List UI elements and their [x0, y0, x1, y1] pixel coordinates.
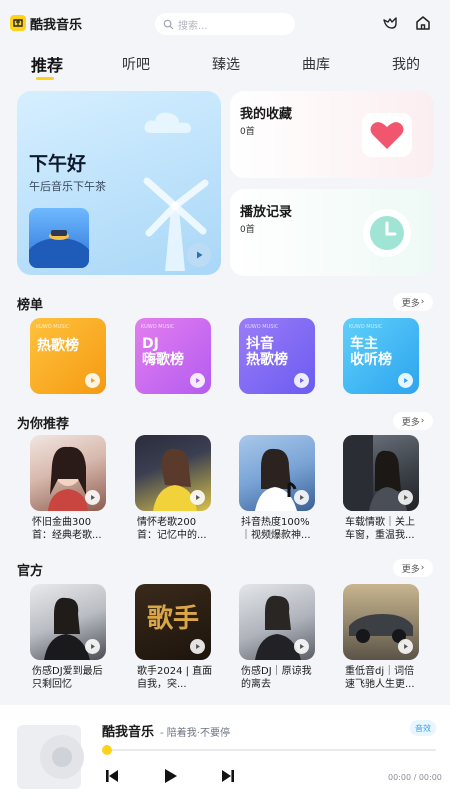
playlist-title[interactable]: 伤感DJ｜原谅我的离去	[241, 665, 317, 691]
play-icon[interactable]	[398, 490, 413, 505]
chart-tag: KUWO MUSIC	[245, 324, 279, 330]
playlist-title[interactable]: 重低音dj｜词倍速飞驰人生更...	[345, 665, 421, 691]
search-icon	[163, 15, 174, 34]
tab-recommend[interactable]: 推荐	[31, 52, 63, 76]
playlist-cover[interactable]	[239, 435, 315, 511]
playlist-cover[interactable]	[343, 584, 419, 660]
kuwo-logo-icon	[10, 15, 26, 31]
vinyl-disc-icon	[40, 735, 84, 779]
recommend-section-title: 为你推荐	[17, 417, 70, 432]
history-card[interactable]: 播放记录 0首	[230, 189, 434, 276]
play-icon[interactable]	[294, 373, 309, 388]
chart-card[interactable]: KUWO MUSIC DJ 嗨歌榜	[135, 318, 211, 394]
cloud-illustration	[144, 112, 191, 133]
sound-effect-button[interactable]: 音效	[410, 720, 436, 736]
app-name: 酷我音乐	[30, 17, 83, 33]
play-icon[interactable]	[85, 490, 100, 505]
favorites-title: 我的收藏	[240, 107, 293, 122]
play-icon[interactable]	[190, 373, 205, 388]
playlist-title[interactable]: 情怀老歌200首：记忆中的...	[137, 516, 213, 542]
more-label: 更多	[401, 417, 420, 428]
play-icon[interactable]	[161, 767, 179, 785]
play-icon[interactable]	[294, 639, 309, 654]
playlist-title[interactable]: 歌手2024 | 直面自我，突...	[137, 665, 213, 691]
chart-card[interactable]: KUWO MUSIC 抖音 热歌榜	[239, 318, 315, 394]
play-icon[interactable]	[190, 639, 205, 654]
playlist-title[interactable]: 怀旧金曲300首：经典老歌...	[32, 516, 108, 542]
recommend-more-button[interactable]: 更多 ›	[393, 412, 433, 430]
home-icon[interactable]	[414, 14, 432, 32]
favorites-card[interactable]: 我的收藏 0首	[230, 91, 434, 178]
more-label: 更多	[401, 298, 420, 309]
official-section-title: 官方	[17, 564, 44, 579]
greeting-subtitle: 午后音乐下午茶	[29, 180, 106, 193]
play-icon[interactable]	[398, 373, 413, 388]
search-input[interactable]: 搜索...	[155, 13, 295, 35]
playback-time: 00:00 / 00:00	[388, 773, 442, 782]
chevron-right-icon: ›	[420, 416, 425, 426]
tab-listen[interactable]: 听吧	[122, 54, 150, 74]
play-icon[interactable]	[85, 373, 100, 388]
clock-icon	[363, 209, 411, 257]
chart-card[interactable]: KUWO MUSIC 车主 收听榜	[343, 318, 419, 394]
chart-name: 热歌榜	[37, 338, 79, 354]
play-icon[interactable]	[190, 490, 205, 505]
chevron-right-icon: ›	[420, 563, 425, 573]
history-title: 播放记录	[240, 205, 293, 220]
app-logo[interactable]: 酷我音乐	[10, 14, 82, 33]
chart-tag: KUWO MUSIC	[349, 324, 383, 330]
play-icon[interactable]	[398, 639, 413, 654]
playlist-cover[interactable]	[135, 435, 211, 511]
greeting-card[interactable]: 下午好 午后音乐下午茶	[17, 91, 221, 275]
previous-icon[interactable]	[103, 767, 121, 785]
playlist-title[interactable]: 抖音热度100%｜视频爆款神...	[241, 516, 317, 542]
chart-name: 抖音 热歌榜	[246, 336, 288, 368]
playlist-cover[interactable]	[30, 584, 106, 660]
chart-card[interactable]: KUWO MUSIC 热歌榜	[30, 318, 106, 394]
play-icon[interactable]	[294, 490, 309, 505]
now-playing-cover[interactable]	[17, 725, 84, 789]
progress-thumb[interactable]	[102, 745, 112, 755]
chevron-right-icon: ›	[420, 297, 425, 307]
search-placeholder: 搜索...	[178, 20, 208, 32]
more-label: 更多	[401, 564, 420, 575]
progress-bar[interactable]	[107, 749, 436, 751]
chart-name: 车主 收听榜	[350, 336, 392, 368]
chart-tag: KUWO MUSIC	[141, 324, 175, 330]
main-tabs: 推荐 听吧 臻选 曲库 我的	[0, 50, 450, 80]
playlist-cover[interactable]: 歌手	[135, 584, 211, 660]
now-playing-title: 酷我音乐	[102, 725, 155, 740]
history-count: 0首	[240, 225, 255, 235]
charts-section-title: 榜单	[17, 298, 44, 313]
top-bar: 酷我音乐 搜索...	[0, 0, 450, 46]
now-playing-subtitle: - 陪着我·不要停	[160, 728, 230, 739]
tab-premium[interactable]: 臻选	[212, 54, 240, 74]
tab-library[interactable]: 曲库	[302, 54, 330, 74]
playlist-title[interactable]: 车载情歌｜关上车窗，重温我...	[345, 516, 421, 542]
playlist-title[interactable]: 伤感DJ爱到最后只剩回忆	[32, 665, 108, 691]
chart-name: DJ 嗨歌榜	[142, 336, 184, 368]
next-icon[interactable]	[219, 767, 237, 785]
bird-icon[interactable]	[381, 14, 399, 32]
playlist-cover[interactable]	[239, 584, 315, 660]
album-cover	[29, 208, 89, 268]
play-icon[interactable]	[187, 243, 211, 267]
mini-player: 酷我音乐 - 陪着我·不要停 音效 00:00 / 00:00	[0, 705, 450, 799]
official-more-button[interactable]: 更多 ›	[393, 559, 433, 577]
cover-title-text: 歌手	[146, 604, 199, 634]
tab-mine[interactable]: 我的	[392, 54, 420, 74]
chart-tag: KUWO MUSIC	[36, 324, 70, 330]
playlist-cover[interactable]	[343, 435, 419, 511]
greeting-title: 下午好	[29, 153, 87, 175]
play-icon[interactable]	[85, 639, 100, 654]
tab-active-indicator	[36, 77, 54, 80]
favorites-count: 0首	[240, 127, 255, 137]
charts-more-button[interactable]: 更多 ›	[393, 293, 433, 311]
heart-icon	[362, 113, 412, 157]
playlist-cover[interactable]	[30, 435, 106, 511]
